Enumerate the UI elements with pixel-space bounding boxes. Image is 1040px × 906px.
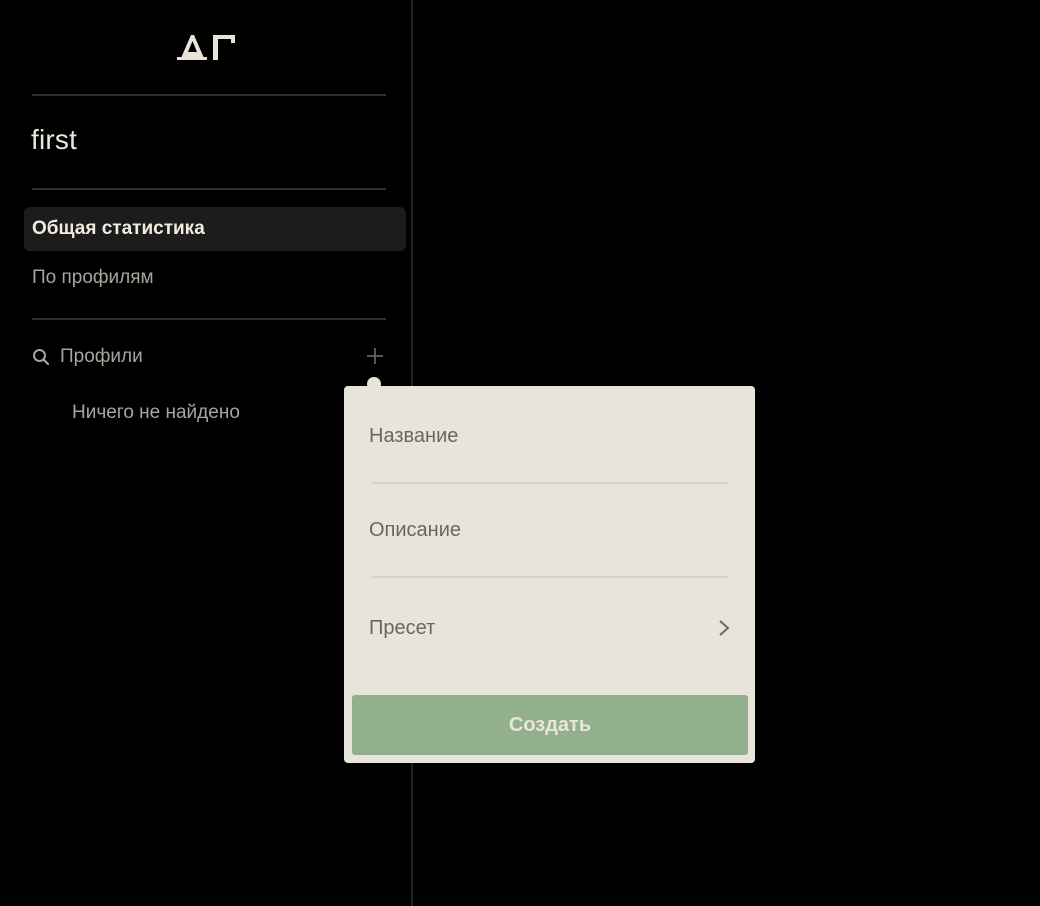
project-title: first (31, 124, 78, 155)
field-underline (372, 482, 728, 484)
nav-item-by-profiles[interactable]: По профилям (24, 256, 406, 300)
sidebar-divider (32, 94, 386, 96)
add-profile-button[interactable] (362, 342, 388, 370)
search-icon (32, 348, 50, 366)
sidebar-divider (32, 188, 386, 190)
preset-label: Пресет (369, 616, 436, 639)
field-underline (372, 576, 728, 578)
app-logo[interactable] (0, 26, 413, 66)
empty-state-text: Ничего не найдено (72, 402, 240, 423)
create-button[interactable]: Создать (352, 695, 748, 755)
create-profile-popover: Название Описание Пресет Создать (344, 386, 755, 763)
sidebar-divider (32, 318, 386, 320)
nav-item-general-stats[interactable]: Общая статистика (24, 207, 406, 251)
profiles-label: Профили (60, 346, 143, 367)
name-placeholder: Название (369, 424, 459, 447)
nav-item-label: По профилям (32, 267, 154, 288)
name-field[interactable]: Название (369, 411, 729, 461)
chevron-right-icon (717, 618, 731, 638)
profiles-search[interactable]: Профили (32, 340, 392, 374)
preset-select[interactable]: Пресет (369, 604, 731, 652)
description-field[interactable]: Описание (369, 505, 729, 555)
plus-icon (367, 348, 383, 364)
description-placeholder: Описание (369, 518, 462, 541)
app-window: first Общая статистика По профилям Профи… (0, 0, 1040, 906)
nav-item-label: Общая статистика (32, 218, 205, 239)
logo-mark-icon (176, 35, 235, 60)
create-button-label: Создать (508, 713, 592, 736)
